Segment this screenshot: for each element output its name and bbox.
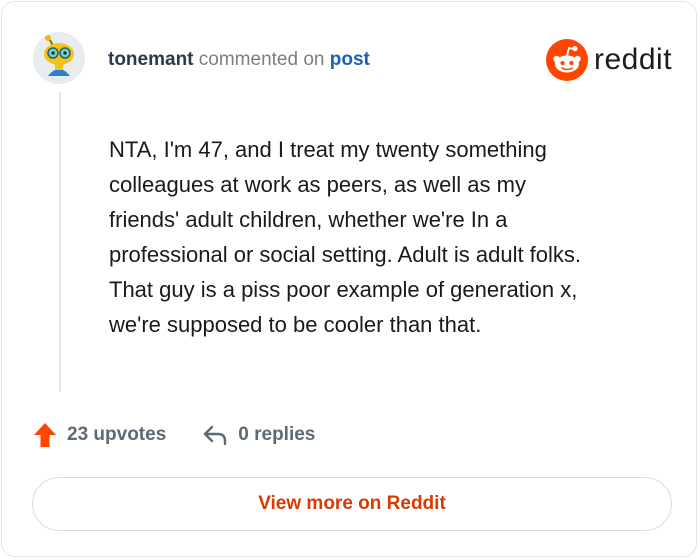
comment-line: colleagues at work as peers, as well as … xyxy=(109,172,526,197)
brand-name: reddit xyxy=(594,43,673,76)
action-text: commented on xyxy=(198,49,325,70)
comment-card: tonemant commented on post reddit NTA, I… xyxy=(1,1,697,557)
arrow-up-icon xyxy=(34,423,56,447)
comment-line: professional or social setting. Adult is… xyxy=(109,242,582,267)
reply-count: 0 replies xyxy=(238,424,316,445)
reddit-snoo-icon xyxy=(546,39,588,81)
avatar[interactable] xyxy=(33,32,85,84)
comment-line: friends' adult children, whether we're I… xyxy=(109,207,508,232)
reply-button[interactable]: 0 replies xyxy=(202,423,315,447)
comment-line: That guy is a piss poor example of gener… xyxy=(109,277,578,302)
username[interactable]: tonemant xyxy=(108,49,194,70)
upvote-button[interactable]: 23 upvotes xyxy=(33,422,166,448)
comment-line: we're supposed to be cooler than that. xyxy=(109,312,482,337)
upvote-count: 23 upvotes xyxy=(67,424,167,445)
post-link[interactable]: post xyxy=(330,49,370,70)
comment-meta: tonemant commented on post xyxy=(108,49,370,71)
reply-arrow-icon xyxy=(204,425,227,446)
comment-line: NTA, I'm 47, and I treat my twenty somet… xyxy=(109,137,547,162)
comment-body: NTA, I'm 47, and I treat my twenty somet… xyxy=(109,132,669,342)
thread-line xyxy=(59,92,61,392)
reddit-logo[interactable]: reddit xyxy=(546,39,672,81)
comment-actions: 23 upvotes 0 replies xyxy=(33,420,315,450)
view-more-button[interactable]: View more on Reddit xyxy=(32,477,672,531)
